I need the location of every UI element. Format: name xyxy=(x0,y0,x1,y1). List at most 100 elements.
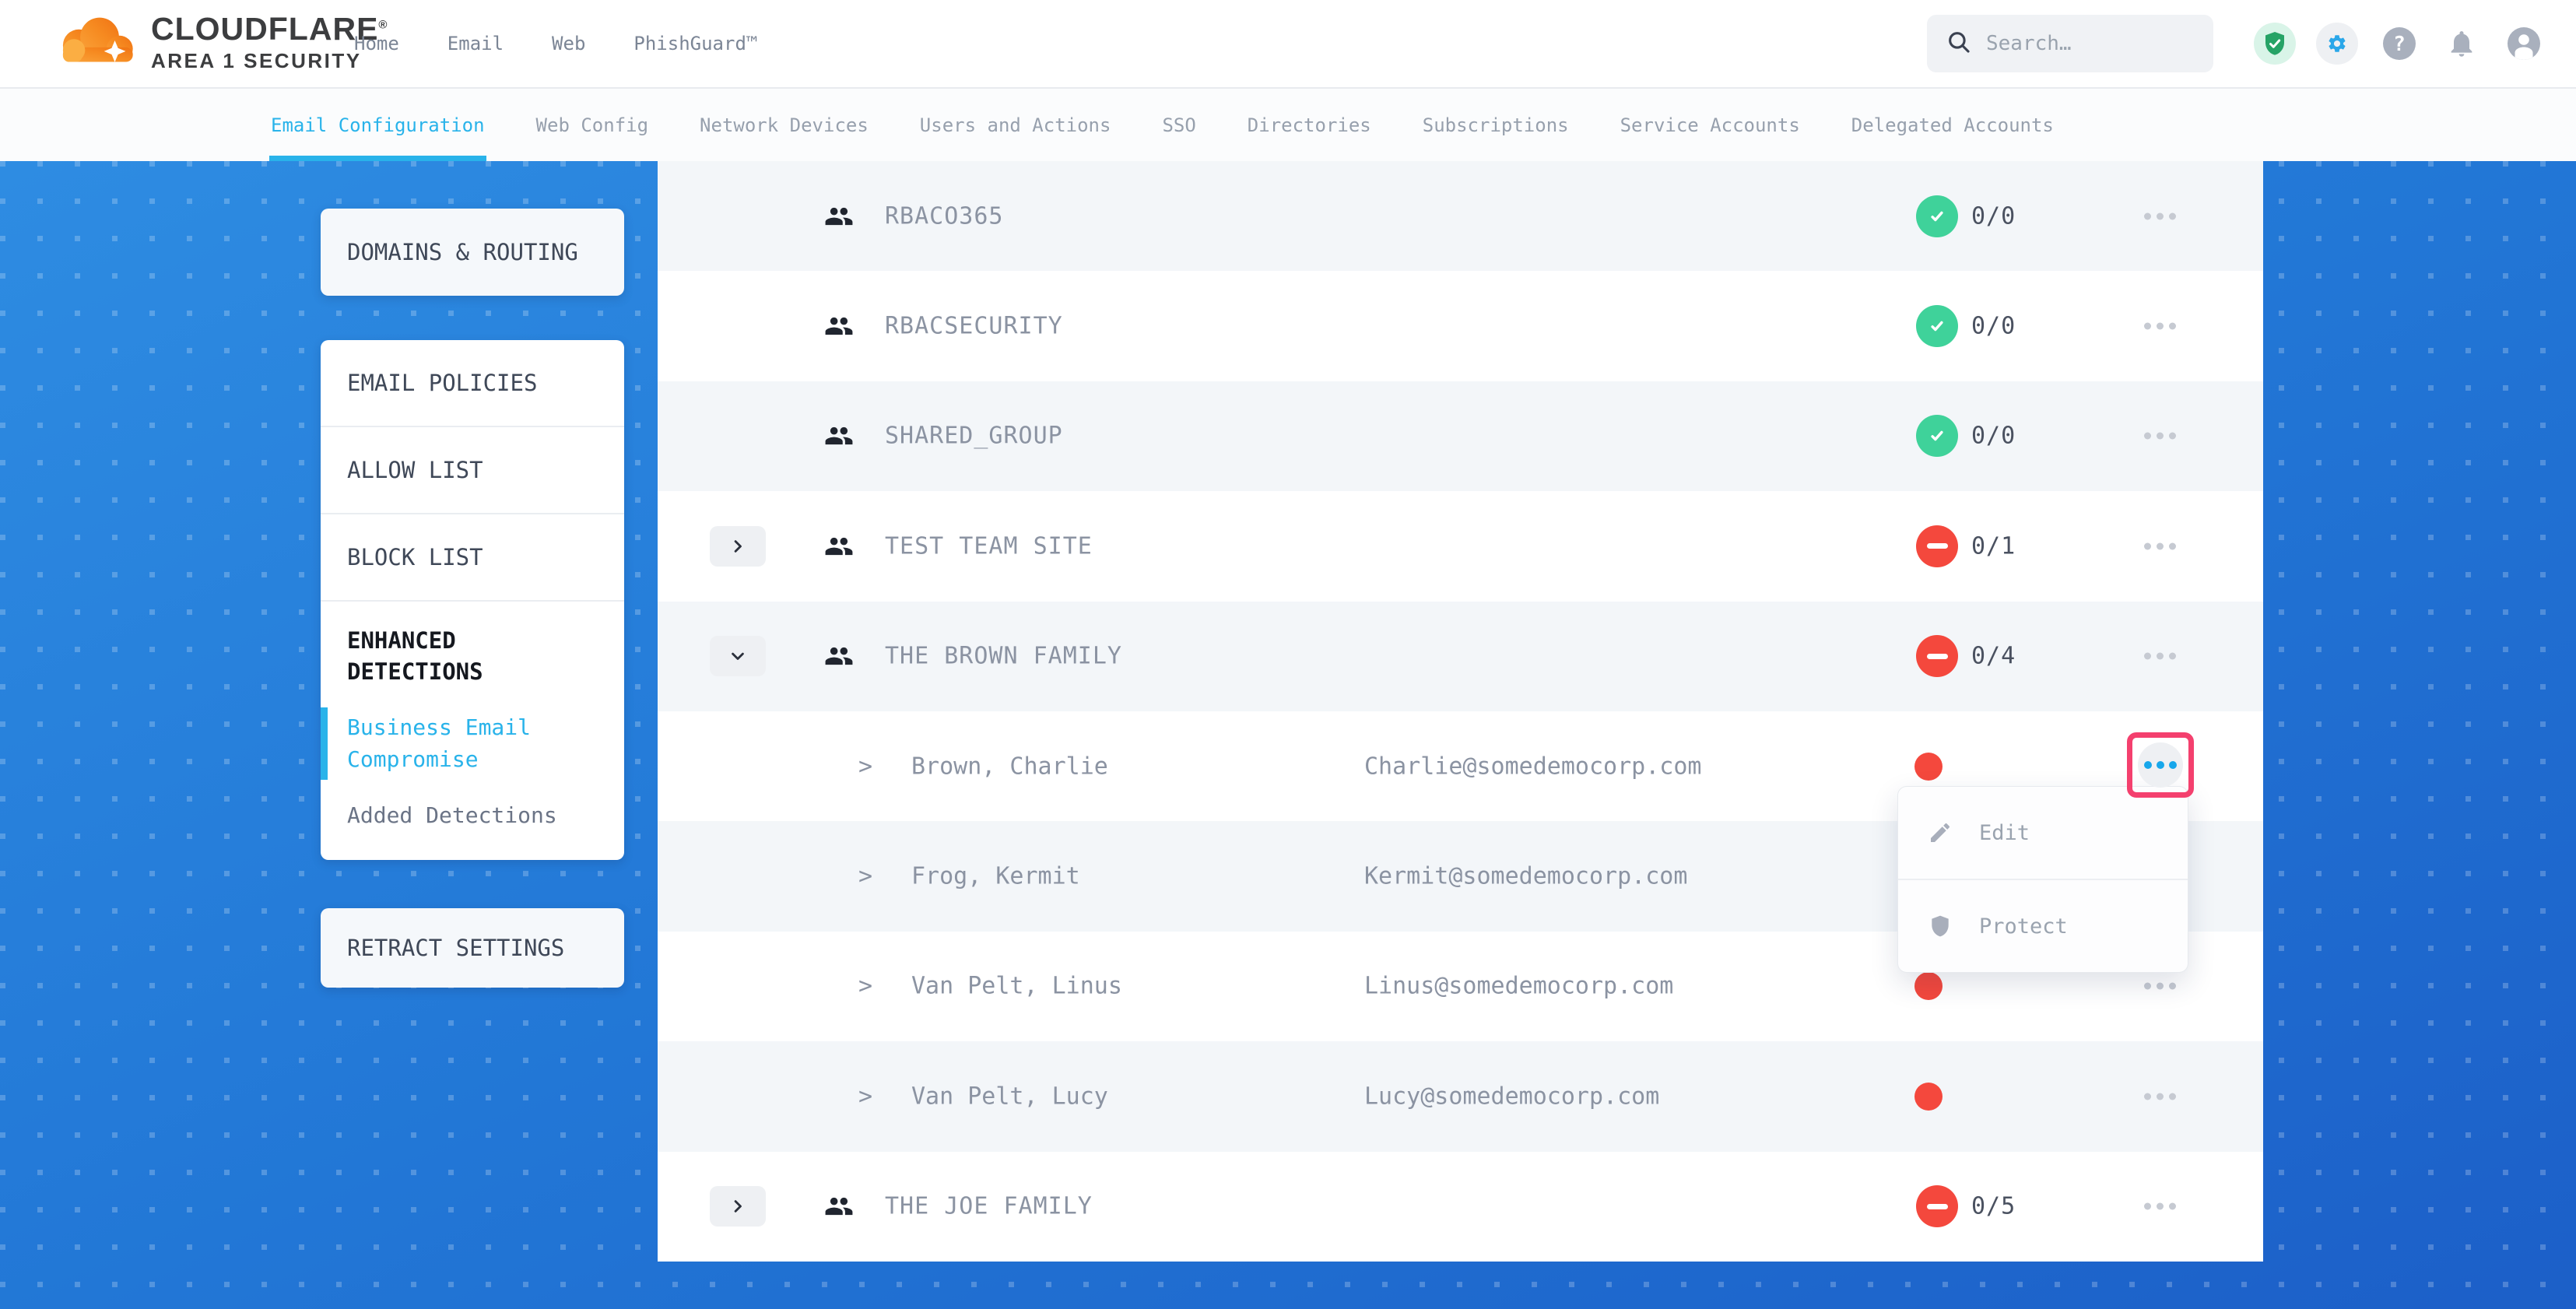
nav-link-email[interactable]: Email xyxy=(447,33,504,54)
settings-gear-icon[interactable] xyxy=(2316,23,2358,65)
group-name: RBACSECURITY xyxy=(885,313,1063,340)
sidebar-item-allow-list[interactable]: ALLOW LIST xyxy=(321,427,624,514)
row-menu-button[interactable] xyxy=(2127,535,2192,557)
sidebar-item-enhanced-detections[interactable]: ENHANCED DETECTIONS xyxy=(347,625,581,687)
member-chevron: > xyxy=(858,1083,872,1110)
group-row[interactable]: THE JOE FAMILY 0/5 xyxy=(658,1152,2263,1262)
status-blocked-icon xyxy=(1916,525,1958,567)
highlighted-row-menu-button[interactable] xyxy=(2127,732,2194,798)
member-chevron: > xyxy=(858,973,872,1000)
member-email: Lucy@somedemocorp.com xyxy=(1364,1083,1659,1110)
menu-item-protect[interactable]: Protect xyxy=(1898,879,2188,972)
group-row[interactable]: RBACO3650/0 xyxy=(658,161,2263,271)
menu-item-edit[interactable]: Edit xyxy=(1898,787,2188,879)
member-email: Charlie@somedemocorp.com xyxy=(1364,753,1701,780)
row-menu-button[interactable] xyxy=(2127,1085,2192,1107)
nav-link-home[interactable]: Home xyxy=(354,33,399,54)
sidebar-item-email-policies[interactable]: EMAIL POLICIES xyxy=(321,340,624,427)
account-avatar-icon[interactable] xyxy=(2503,23,2545,65)
sidebar-item-business-email-compromise[interactable]: Business Email Compromise xyxy=(347,712,581,775)
cloudflare-logo[interactable]: CLOUDFLARE® AREA 1 SECURITY xyxy=(48,9,388,75)
primary-nav: Home Email Web PhishGuard™ xyxy=(354,0,757,87)
status-complete-icon xyxy=(1916,195,1958,237)
group-row[interactable]: TEST TEAM SITE 0/1 xyxy=(658,491,2263,601)
tab-users-and-actions[interactable]: Users and Actions xyxy=(920,89,1111,161)
tab-email-configuration[interactable]: Email Configuration xyxy=(271,89,485,161)
member-row[interactable]: > Van Pelt, Lucy Lucy@somedemocorp.com xyxy=(658,1041,2263,1151)
cloudflare-cloud-icon xyxy=(48,9,139,75)
group-row[interactable]: THE BROWN FAMILY0/4 xyxy=(658,602,2263,711)
nav-link-web[interactable]: Web xyxy=(552,33,585,54)
member-name: Van Pelt, Lucy xyxy=(911,1083,1108,1110)
sidebar-item-domains-routing[interactable]: DOMAINS & ROUTING xyxy=(321,209,624,296)
member-chevron: > xyxy=(858,863,872,890)
member-email: Linus@somedemocorp.com xyxy=(1364,973,1673,1000)
group-icon xyxy=(824,532,854,561)
tab-web-config[interactable]: Web Config xyxy=(536,89,649,161)
ellipsis-icon xyxy=(2138,742,2183,788)
row-menu-button[interactable] xyxy=(2127,315,2192,338)
tab-sso[interactable]: SSO xyxy=(1162,89,1195,161)
group-row[interactable]: RBACSECURITY 0/0 xyxy=(658,271,2263,381)
help-glyph: ? xyxy=(2393,33,2406,56)
help-icon[interactable]: ? xyxy=(2378,23,2420,65)
shield-icon xyxy=(1928,914,1953,939)
protection-count: 0/0 xyxy=(1971,423,2016,450)
nav-link-phishguard[interactable]: PhishGuard™ xyxy=(633,33,757,54)
pencil-icon xyxy=(1928,820,1953,845)
group-name: SHARED_GROUP xyxy=(885,423,1063,450)
sidebar-item-block-list[interactable]: BLOCK LIST xyxy=(321,514,624,602)
top-bar: CLOUDFLARE® AREA 1 SECURITY Home Email Web… xyxy=(0,0,2576,89)
protection-count: 0/5 xyxy=(1971,1193,2016,1220)
status-blocked-icon xyxy=(1916,635,1958,677)
expand-button[interactable] xyxy=(710,636,766,676)
group-icon xyxy=(824,421,854,451)
member-name: Brown, Charlie xyxy=(911,753,1108,780)
group-icon xyxy=(824,202,854,231)
member-email: Kermit@somedemocorp.com xyxy=(1364,863,1687,890)
enhanced-detections-section: ENHANCED DETECTIONS Business Email Compr… xyxy=(321,602,624,832)
row-menu-button[interactable] xyxy=(2127,425,2192,447)
brand-subtitle: AREA 1 SECURITY xyxy=(151,51,388,71)
member-name: Van Pelt, Linus xyxy=(911,973,1122,1000)
search-input[interactable] xyxy=(1985,31,2198,56)
group-name: TEST TEAM SITE xyxy=(885,532,1093,560)
row-menu-button[interactable] xyxy=(2127,1195,2192,1218)
protection-count: 0/1 xyxy=(1971,532,2016,560)
tab-directories[interactable]: Directories xyxy=(1248,89,1371,161)
tab-network-devices[interactable]: Network Devices xyxy=(700,89,869,161)
tab-delegated-accounts[interactable]: Delegated Accounts xyxy=(1851,89,2054,161)
member-name: Frog, Kermit xyxy=(911,863,1080,890)
row-menu-button[interactable] xyxy=(2127,205,2192,227)
group-icon xyxy=(824,1191,854,1221)
sidebar-item-retract-settings[interactable]: RETRACT SETTINGS xyxy=(321,908,624,988)
alert-dot xyxy=(1914,1083,1943,1111)
sidebar-policies-card: EMAIL POLICIESALLOW LISTBLOCK LIST ENHAN… xyxy=(321,340,624,860)
group-row[interactable]: SHARED_GROUP 0/0 xyxy=(658,381,2263,491)
protection-count: 0/0 xyxy=(1971,313,2016,340)
security-status-icon[interactable] xyxy=(2254,23,2296,65)
group-icon xyxy=(824,311,854,341)
row-menu-button[interactable] xyxy=(2127,975,2192,998)
status-blocked-icon xyxy=(1916,1185,1958,1227)
sidebar-item-label: DOMAINS & ROUTING xyxy=(347,239,578,265)
search-box[interactable] xyxy=(1927,15,2213,72)
group-name: THE JOE FAMILY xyxy=(885,1193,1093,1220)
group-icon xyxy=(824,641,854,671)
header-actions: ? xyxy=(1927,0,2545,87)
status-complete-icon xyxy=(1916,305,1958,347)
brand-name: CLOUDFLARE® xyxy=(151,13,388,45)
sidebar-item-added-detections[interactable]: Added Detections xyxy=(347,800,581,832)
tab-subscriptions[interactable]: Subscriptions xyxy=(1423,89,1569,161)
protection-count: 0/4 xyxy=(1971,643,2016,670)
expand-button[interactable] xyxy=(710,1186,766,1227)
context-menu: EditProtect xyxy=(1897,786,2188,973)
row-menu-button[interactable] xyxy=(2127,645,2192,668)
notifications-bell-icon[interactable] xyxy=(2441,23,2483,65)
tab-service-accounts[interactable]: Service Accounts xyxy=(1620,89,1800,161)
protection-count: 0/0 xyxy=(1971,202,2016,230)
alert-dot xyxy=(1914,972,1943,1000)
member-chevron: > xyxy=(858,753,872,780)
content-area: DOMAINS & ROUTING EMAIL POLICIESALLOW LI… xyxy=(0,161,2576,1309)
expand-button[interactable] xyxy=(710,526,766,567)
